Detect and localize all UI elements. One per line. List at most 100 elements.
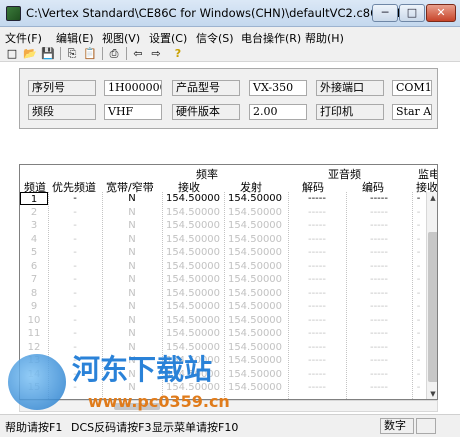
new-file-icon[interactable]: □ [4,46,20,61]
vertical-scroll-thumb[interactable] [428,232,437,382]
save-icon[interactable]: 💾 [40,46,56,61]
cell-bandwidth[interactable]: N [102,260,162,273]
cell-priority[interactable]: - [48,381,102,394]
cell-rx2[interactable]: - [412,273,425,286]
cell-channel[interactable]: 11 [20,327,48,340]
cell-tx-freq[interactable]: 154.50000 [224,381,286,394]
cell-bandwidth[interactable]: N [102,341,162,354]
cell-decode[interactable]: ----- [288,246,346,259]
cell-channel[interactable]: 15 [20,381,48,394]
cell-rx-freq[interactable]: 154.50000 [162,341,224,354]
cell-channel[interactable]: 4 [20,233,48,246]
vertical-scrollbar[interactable]: ▲ ▼ [426,192,437,399]
cell-tx-freq[interactable]: 154.50000 [224,314,286,327]
minimize-button[interactable]: ─ [372,4,398,22]
cell-channel[interactable]: 3 [20,219,48,232]
cell-rx-freq[interactable]: 154.50000 [162,219,224,232]
cell-bandwidth[interactable]: N [102,300,162,313]
cell-encode[interactable]: ----- [346,327,412,340]
cell-decode[interactable]: ----- [288,219,346,232]
table-row[interactable]: 9- N 154.50000 154.50000 ----- ----- - [20,300,425,314]
scroll-up-icon[interactable]: ▲ [427,192,437,204]
cell-channel[interactable]: 10 [20,314,48,327]
cell-tx-freq[interactable]: 154.50000 [224,287,286,300]
cell-rx2[interactable]: - [412,233,425,246]
cell-rx-freq[interactable]: 154.50000 [162,246,224,259]
cell-bandwidth[interactable]: N [102,381,162,394]
cell-tx-freq[interactable]: 154.50000 [224,273,286,286]
menu-edit[interactable]: 编辑(E) [56,30,94,46]
cell-encode[interactable]: ----- [346,368,412,381]
cell-channel[interactable]: 7 [20,273,48,286]
cell-priority[interactable]: - [48,273,102,286]
cell-decode[interactable]: ----- [288,327,346,340]
cell-decode[interactable]: ----- [288,300,346,313]
cell-priority[interactable]: - [48,314,102,327]
table-row[interactable]: 4- N 154.50000 154.50000 ----- ----- - [20,233,425,247]
cell-decode[interactable]: ----- [288,260,346,273]
cell-decode[interactable]: ----- [288,233,346,246]
cell-decode[interactable]: ----- [288,287,346,300]
horizontal-scrollbar[interactable] [19,400,438,412]
menu-radio-operations[interactable]: 电台操作(R) [241,30,301,46]
table-row[interactable]: 7- N 154.50000 154.50000 ----- ----- - [20,273,425,287]
cell-tx-freq[interactable]: 154.50000 [224,206,286,219]
horizontal-scroll-thumb[interactable] [114,403,160,410]
table-row[interactable]: 12- N 154.50000 154.50000 ----- ----- - [20,341,425,355]
maximize-button[interactable]: □ [399,4,425,22]
cell-channel[interactable]: 13 [20,354,48,367]
scroll-down-icon[interactable]: ▼ [427,388,437,399]
menu-settings[interactable]: 设置(C) [149,30,187,46]
cell-bandwidth[interactable]: N [102,233,162,246]
cell-priority[interactable]: - [48,206,102,219]
cell-tx-freq[interactable]: 154.50000 [224,327,286,340]
cell-encode[interactable]: ----- [346,354,412,367]
cell-priority[interactable]: - [48,233,102,246]
cell-decode[interactable]: ----- [288,314,346,327]
table-row[interactable]: 5- N 154.50000 154.50000 ----- ----- - [20,246,425,260]
table-row[interactable]: 1- N 154.50000 154.50000 ----- ----- - [20,192,425,206]
cell-encode[interactable]: ----- [346,206,412,219]
menu-signaling[interactable]: 信令(S) [196,30,234,46]
cell-priority[interactable]: - [48,300,102,313]
cell-channel[interactable]: 6 [20,260,48,273]
cell-rx-freq[interactable]: 154.50000 [162,273,224,286]
cell-encode[interactable]: ----- [346,300,412,313]
cell-bandwidth[interactable]: N [102,219,162,232]
cell-rx2[interactable]: - [412,314,425,327]
cell-channel[interactable]: 9 [20,300,48,313]
cell-tx-freq[interactable]: 154.50000 [224,192,286,205]
cell-rx-freq[interactable]: 154.50000 [162,314,224,327]
cell-bandwidth[interactable]: N [102,246,162,259]
cell-bandwidth[interactable]: N [102,273,162,286]
cell-rx2[interactable]: - [412,206,425,219]
cell-rx2[interactable]: - [412,327,425,340]
cell-encode[interactable]: ----- [346,273,412,286]
cell-rx2[interactable]: - [412,341,425,354]
cell-rx-freq[interactable]: 154.50000 [162,287,224,300]
cell-bandwidth[interactable]: N [102,314,162,327]
cell-priority[interactable]: - [48,219,102,232]
cell-rx2[interactable]: - [412,287,425,300]
cell-bandwidth[interactable]: N [102,368,162,381]
cell-rx-freq[interactable]: 154.50000 [162,354,224,367]
cell-priority[interactable]: - [48,354,102,367]
cell-rx-freq[interactable]: 154.50000 [162,368,224,381]
table-row[interactable]: 8- N 154.50000 154.50000 ----- ----- - [20,287,425,301]
cell-channel[interactable]: 1 [20,192,48,205]
cell-rx-freq[interactable]: 154.50000 [162,192,224,205]
cell-rx-freq[interactable]: 154.50000 [162,206,224,219]
channel-grid[interactable]: 频率 亚音频 监电 频道 优先频道 宽带/窄带 接收 发射 解码 编码 接收 1… [19,164,438,400]
print-icon[interactable]: ⎙ [106,46,122,61]
table-row[interactable]: 10- N 154.50000 154.50000 ----- ----- - [20,314,425,328]
menu-help[interactable]: 帮助(H) [305,30,344,46]
cell-rx2[interactable]: - [412,300,425,313]
cell-tx-freq[interactable]: 154.50000 [224,300,286,313]
menu-file[interactable]: 文件(F) [5,30,42,46]
cell-priority[interactable]: - [48,327,102,340]
cell-tx-freq[interactable]: 154.50000 [224,219,286,232]
table-row[interactable]: 3- N 154.50000 154.50000 ----- ----- - [20,219,425,233]
open-folder-icon[interactable]: 📂 [22,46,38,61]
table-row[interactable]: 2- N 154.50000 154.50000 ----- ----- - [20,206,425,220]
cell-bandwidth[interactable]: N [102,192,162,205]
